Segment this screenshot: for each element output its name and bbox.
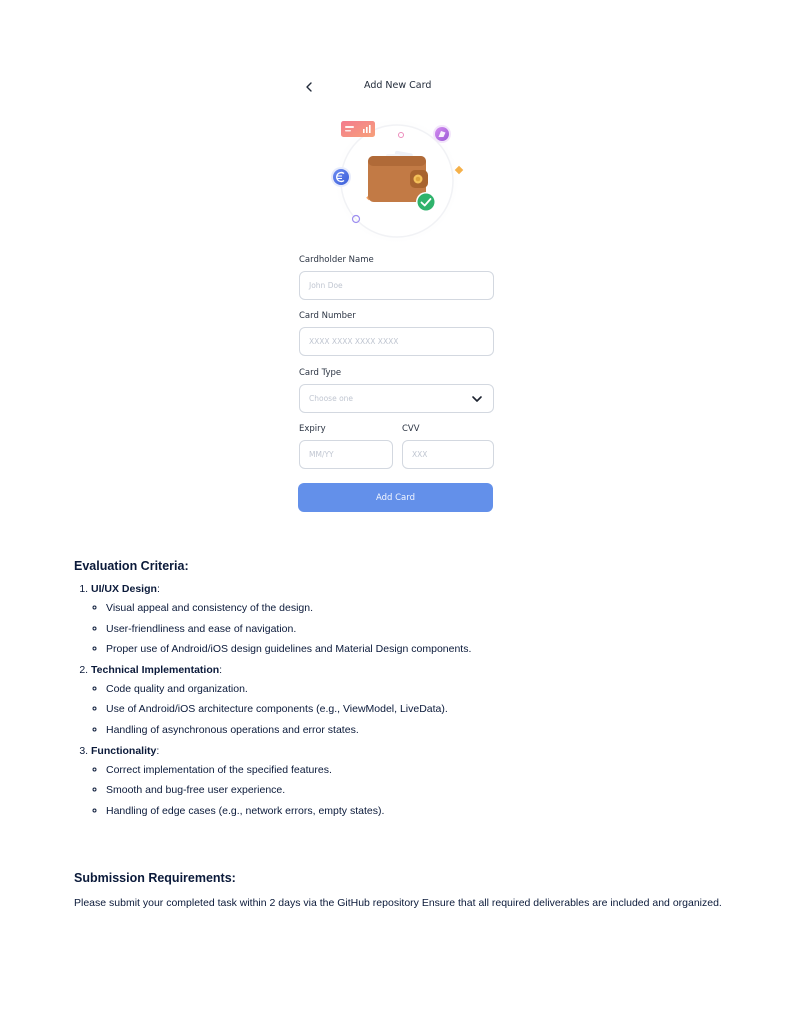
- submission-requirements-text: Please submit your completed task within…: [74, 897, 722, 909]
- criteria-point: Proper use of Android/iOS design guideli…: [106, 642, 754, 656]
- criteria-point: Handling of edge cases (e.g., network er…: [106, 804, 754, 818]
- card-number-placeholder: XXXX XXXX XXXX XXXX: [309, 337, 399, 346]
- expiry-placeholder: MM/YY: [309, 450, 334, 459]
- cvv-label: CVV: [402, 424, 420, 434]
- criteria-point: Use of Android/iOS architecture componen…: [106, 702, 754, 716]
- mockup-header: Add New Card: [296, 76, 496, 98]
- criteria-point: Handling of asynchronous operations and …: [106, 723, 754, 737]
- cvv-placeholder: XXX: [412, 450, 428, 459]
- credit-card-icon: [341, 121, 375, 137]
- card-number-label: Card Number: [299, 311, 356, 321]
- euro-coin-icon: [331, 167, 351, 187]
- cvv-input[interactable]: XXX: [402, 440, 494, 469]
- criteria-point: Correct implementation of the specified …: [106, 763, 754, 777]
- submission-requirements-heading: Submission Requirements:: [74, 871, 236, 885]
- add-card-mockup: Add New Card Cardholder Name John Doe Ca…: [296, 76, 496, 516]
- card-type-placeholder: Choose one: [309, 394, 354, 403]
- cardholder-name-placeholder: John Doe: [309, 281, 343, 290]
- cardholder-name-label: Cardholder Name: [299, 255, 374, 265]
- chevron-left-icon: [306, 82, 312, 92]
- wallet-icon: [368, 150, 428, 202]
- add-card-button[interactable]: Add Card: [298, 483, 493, 512]
- wallet-illustration: [331, 117, 464, 244]
- expiry-input[interactable]: MM/YY: [299, 440, 393, 469]
- add-card-button-label: Add Card: [375, 492, 416, 503]
- criteria-point: User-friendliness and ease of navigation…: [106, 622, 754, 636]
- criteria-point: Smooth and bug-free user experience.: [106, 783, 754, 797]
- criteria-heading: UI/UX Design: [91, 583, 157, 595]
- page-title: Add New Card: [364, 80, 432, 91]
- evaluation-criteria-heading: Evaluation Criteria:: [74, 559, 189, 573]
- criteria-item: Technical Implementation: Code quality a…: [91, 663, 754, 737]
- card-type-select[interactable]: Choose one: [299, 384, 494, 413]
- check-circle-icon: [416, 192, 436, 212]
- criteria-item: Functionality: Correct implementation of…: [91, 744, 754, 818]
- cardholder-name-input[interactable]: John Doe: [299, 271, 494, 300]
- criteria-item: UI/UX Design: Visual appeal and consiste…: [91, 582, 754, 656]
- criteria-heading: Technical Implementation: [91, 663, 220, 676]
- chevron-down-icon: [472, 396, 482, 402]
- back-button[interactable]: [302, 79, 316, 95]
- expiry-label: Expiry: [299, 424, 326, 434]
- criteria-heading: Functionality: [91, 744, 157, 757]
- card-type-label: Card Type: [299, 368, 342, 378]
- evaluation-criteria-list: UI/UX Design: Visual appeal and consiste…: [74, 582, 754, 824]
- criteria-point: Code quality and organization.: [106, 682, 754, 696]
- card-number-input[interactable]: XXXX XXXX XXXX XXXX: [299, 327, 494, 356]
- criteria-point: Visual appeal and consistency of the des…: [106, 601, 754, 615]
- coin-badge-icon: [433, 125, 451, 143]
